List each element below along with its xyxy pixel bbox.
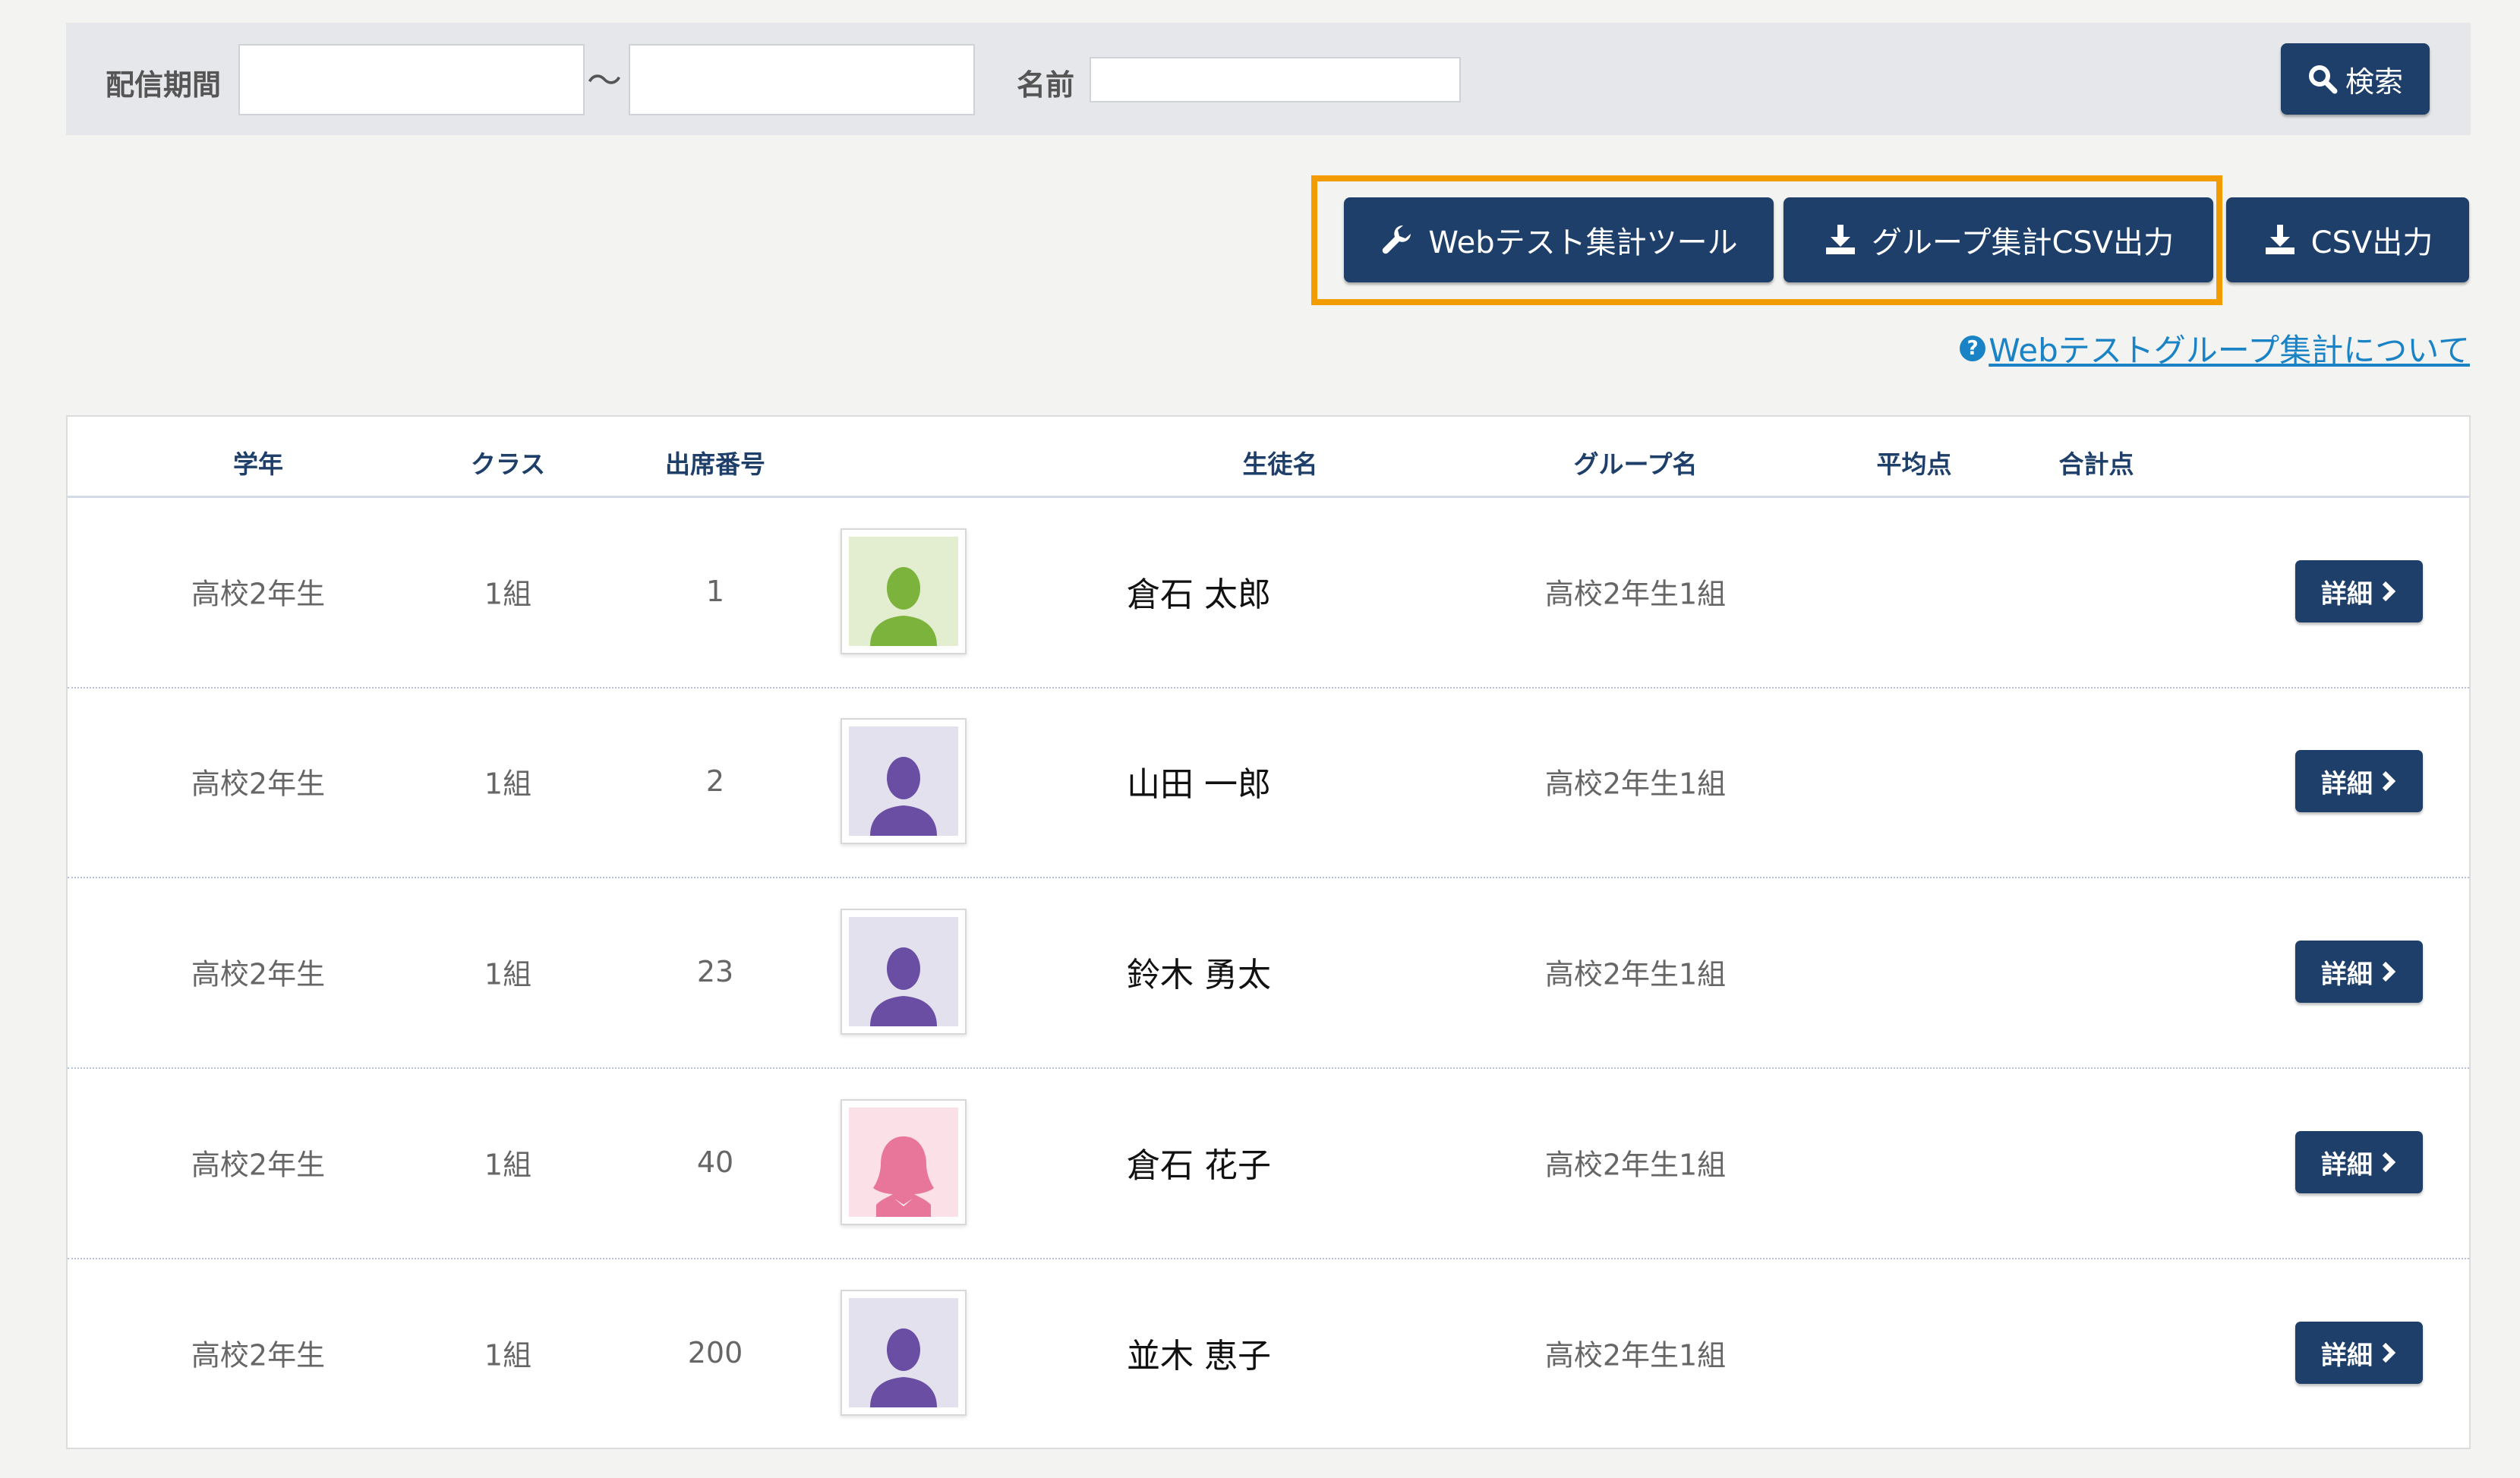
chevron-right-icon [2382,581,2396,602]
cell-student-name[interactable]: 倉石 太郎 [1127,567,1271,616]
cell-grade: 高校2年生 [191,957,326,991]
header-average: 平均点 [1876,449,1952,479]
table-header: 学年 クラス 出席番号 生徒名 グループ名 平均点 合計点 [68,417,2469,498]
detail-label: 詳細 [2321,768,2373,799]
cell-class: 1組 [484,1148,532,1182]
chevron-right-icon [2382,1342,2396,1363]
help-link-label: Webテストグループ集計について [1989,332,2470,369]
table-row: 高校2年生 1組 40 倉石 花子 高校2年生1組 詳細 [68,1067,2469,1259]
cell-group-name: 高校2年生1組 [1544,1338,1727,1372]
detail-label: 詳細 [2321,959,2373,990]
period-label: 配信期間 [106,68,222,102]
detail-button[interactable]: 詳細 [2295,941,2423,1003]
download-icon [2265,225,2294,254]
cell-group-name: 高校2年生1組 [1544,767,1727,801]
cell-grade: 高校2年生 [191,767,326,801]
search-label: 検索 [2345,65,2403,99]
cell-group-name: 高校2年生1組 [1544,577,1727,611]
cell-student-name[interactable]: 鈴木 勇太 [1127,947,1271,996]
period-to-input[interactable] [629,44,975,115]
table-row: 高校2年生 1組 1 倉石 太郎 高校2年生1組 詳細 [68,496,2469,689]
student-table: 学年 クラス 出席番号 生徒名 グループ名 平均点 合計点 高校2年生 1組 1 倉石… [66,415,2471,1449]
cell-class: 1組 [484,767,532,801]
chevron-right-icon [2382,961,2396,982]
pink-female-avatar-icon [841,1099,967,1225]
header-class: クラス [470,449,546,479]
filter-bar: 配信期間 〜 名前 検索 [66,23,2471,135]
header-number: 出席番号 [665,449,765,479]
detail-button[interactable]: 詳細 [2295,1322,2423,1384]
name-input[interactable] [1090,57,1461,102]
purple-avatar-icon [841,909,967,1035]
csv-label: CSV出力 [2310,225,2433,260]
cell-number: 23 [696,955,734,988]
table-row: 高校2年生 1組 23 鈴木 勇太 高校2年生1組 詳細 [68,877,2469,1069]
purple-avatar-icon [841,1290,967,1416]
cell-number: 40 [696,1146,734,1179]
header-group-name: グループ名 [1573,449,1698,479]
detail-label: 詳細 [2321,1340,2373,1371]
detail-button[interactable]: 詳細 [2295,750,2423,812]
name-label: 名前 [1017,68,1075,102]
cell-grade: 高校2年生 [191,1148,326,1182]
header-total: 合計点 [2058,449,2134,479]
cell-student-name[interactable]: 山田 一郎 [1127,757,1271,805]
search-icon [2308,65,2338,94]
cell-class: 1組 [484,1338,532,1372]
period-from-input[interactable] [238,44,585,115]
cell-number: 2 [705,764,725,798]
table-row: 高校2年生 1組 2 山田 一郎 高校2年生1組 詳細 [68,686,2469,878]
detail-label: 詳細 [2321,1149,2373,1180]
csv-button[interactable]: CSV出力 [2226,197,2469,282]
question-circle-icon: ? [1960,335,1986,361]
cell-group-name: 高校2年生1組 [1544,957,1727,991]
cell-grade: 高校2年生 [191,577,326,611]
cell-grade: 高校2年生 [191,1338,326,1372]
detail-label: 詳細 [2321,578,2373,610]
help-link[interactable]: ? Webテストグループ集計について [1960,325,2470,371]
cell-class: 1組 [484,577,532,611]
table-row: 高校2年生 1組 200 並木 恵子 高校2年生1組 詳細 [68,1258,2469,1448]
detail-button[interactable]: 詳細 [2295,1131,2423,1193]
header-student-name: 生徒名 [1242,449,1318,479]
cell-student-name[interactable]: 並木 恵子 [1127,1328,1271,1377]
period-tilde: 〜 [587,60,622,101]
chevron-right-icon [2382,771,2396,792]
cell-group-name: 高校2年生1組 [1544,1148,1727,1182]
cell-number: 200 [687,1336,743,1369]
search-button[interactable]: 検索 [2281,43,2430,115]
purple-avatar-icon [841,718,967,844]
cell-student-name[interactable]: 倉石 花子 [1127,1138,1271,1186]
cell-class: 1組 [484,957,532,991]
header-grade: 学年 [233,449,283,479]
detail-button[interactable]: 詳細 [2295,560,2423,622]
green-male-avatar-icon [841,528,967,654]
cell-number: 1 [705,575,725,608]
highlight-box [1311,175,2222,305]
chevron-right-icon [2382,1152,2396,1173]
